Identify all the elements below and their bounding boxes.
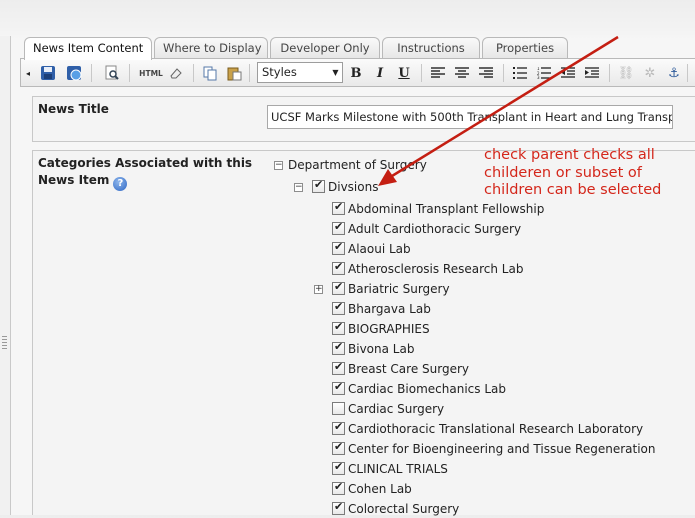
arrow-head (378, 169, 397, 186)
annotation-arrow (378, 35, 619, 186)
tab-news-item-content[interactable]: News Item Content (24, 37, 152, 60)
arrow-shaft (391, 35, 619, 178)
